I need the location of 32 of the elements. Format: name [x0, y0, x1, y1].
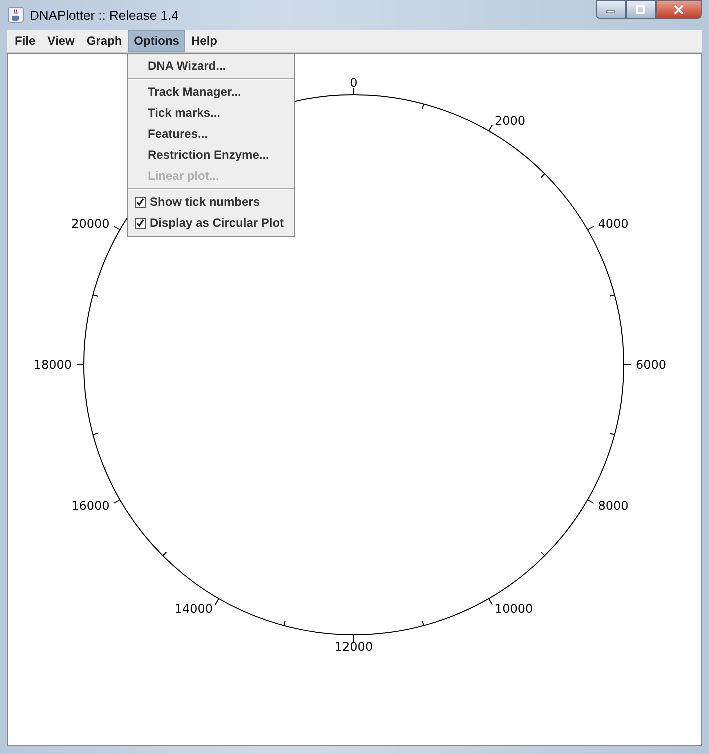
- menu-option[interactable]: Tick marks...: [128, 103, 294, 124]
- tick-label: 0: [350, 76, 358, 90]
- menu-option[interactable]: Track Manager...: [128, 82, 294, 103]
- menu-item[interactable]: View: [42, 30, 81, 52]
- tick-label: 2000: [495, 114, 526, 128]
- maximize-icon: [636, 4, 646, 14]
- menu-option[interactable]: Display as Circular Plot: [150, 216, 284, 230]
- tick-label: 16000: [72, 499, 110, 513]
- menu-item[interactable]: File: [9, 30, 42, 52]
- menu-item[interactable]: Graph: [80, 30, 128, 52]
- close-button[interactable]: [656, 0, 702, 19]
- tick-label: 10000: [495, 602, 534, 616]
- maximize-button[interactable]: [626, 0, 656, 19]
- checkbox[interactable]: [135, 218, 146, 228]
- tick-label: 4000: [598, 217, 629, 231]
- menu-option[interactable]: Restriction Enzyme...: [128, 145, 294, 166]
- checkbox[interactable]: [135, 196, 146, 208]
- menu-option[interactable]: Show tick numbers: [150, 195, 260, 209]
- tick-label: 6000: [636, 358, 667, 372]
- coffee-cup-icon: [8, 7, 24, 23]
- window-title: DNAPlotter :: Release 1.4: [30, 8, 179, 22]
- tick-label: 14000: [174, 602, 213, 616]
- menu-item[interactable]: Options: [128, 30, 186, 52]
- tick-label: 18000: [34, 358, 72, 372]
- menu-item[interactable]: Help: [185, 30, 224, 52]
- minimize-button[interactable]: [596, 0, 626, 19]
- close-icon: [674, 4, 684, 14]
- menu-option[interactable]: Features...: [128, 124, 294, 145]
- tick-label: 12000: [334, 640, 374, 654]
- menu-option[interactable]: DNA Wizard...: [128, 56, 294, 77]
- tick-label: 8000: [598, 499, 629, 513]
- tick-label: 20000: [72, 217, 110, 231]
